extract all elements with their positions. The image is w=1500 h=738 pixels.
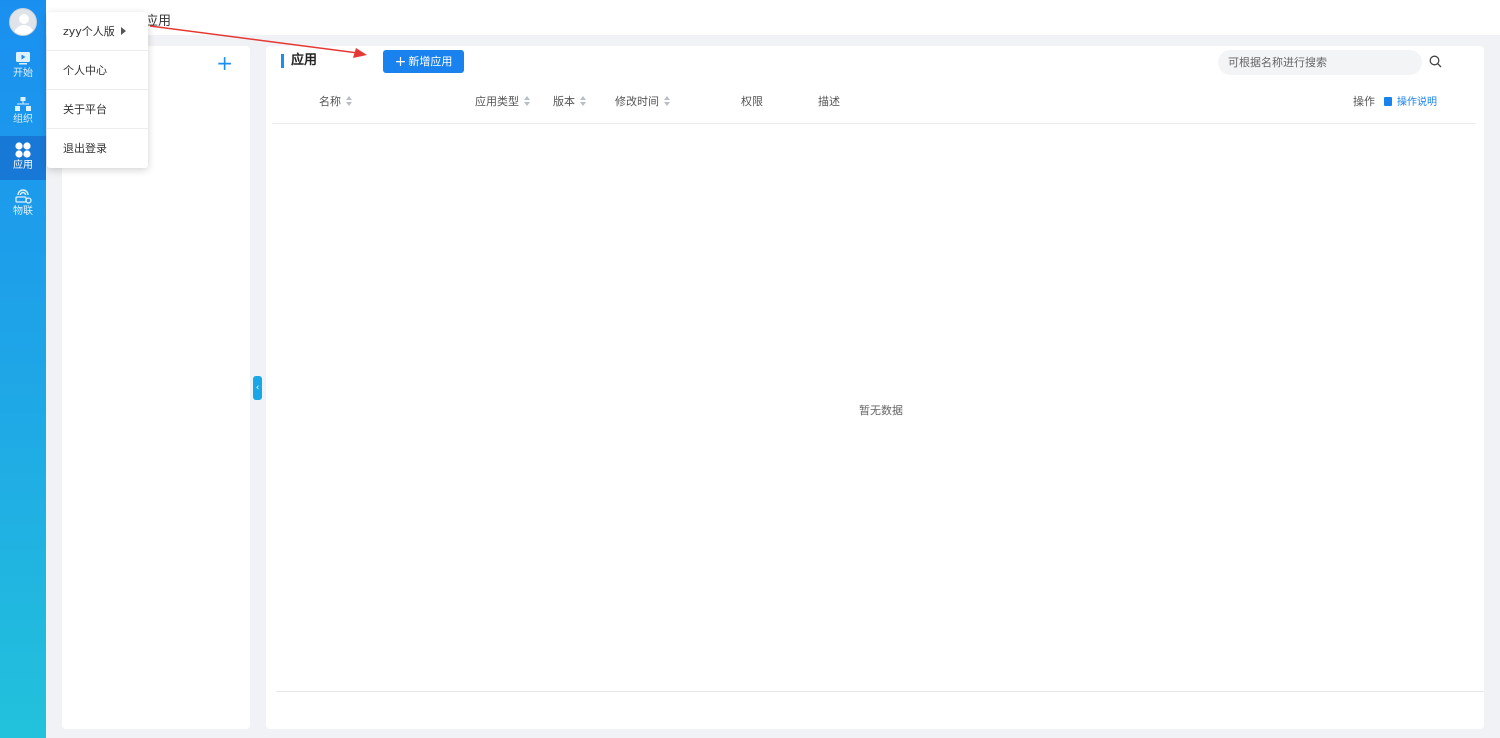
menu-item-about[interactable]: 关于平台 <box>47 90 148 129</box>
nav-item-org[interactable]: 组织 <box>0 90 46 134</box>
search-icon[interactable] <box>1429 55 1442 68</box>
menu-item-edition[interactable]: zyy个人版 <box>47 12 148 51</box>
video-icon <box>16 52 30 65</box>
menu-item-label: 个人中心 <box>63 64 107 77</box>
avatar-body-shape <box>14 25 34 35</box>
plus-icon: + <box>394 54 407 70</box>
nav-item-label: 组织 <box>13 114 33 125</box>
help-link-label: 操作说明 <box>1397 97 1437 108</box>
sort-icon[interactable] <box>524 96 531 106</box>
org-chart-icon <box>15 97 31 111</box>
nav-item-apps[interactable]: 应用 <box>0 136 46 180</box>
table-bottom-divider <box>276 691 1484 692</box>
menu-item-logout[interactable]: 退出登录 <box>47 129 148 168</box>
side-navigation: 开始 组织 应用 物联 <box>0 0 46 738</box>
avatar-head-shape <box>19 14 29 24</box>
collapse-panel-button[interactable]: ‹ <box>253 376 262 400</box>
column-label: 修改时间 <box>615 95 659 108</box>
column-label: 名称 <box>319 95 341 108</box>
nav-item-iot[interactable]: 物联 <box>0 182 46 226</box>
user-dropdown-menu: zyy个人版 个人中心 关于平台 退出登录 <box>47 12 148 168</box>
table-header: 名称 应用类型 版本 修改时间 权限 描述 操作 操作说明 <box>272 86 1476 124</box>
iot-icon <box>15 189 32 204</box>
document-icon <box>1384 97 1392 106</box>
column-header-permission: 权限 <box>741 95 763 108</box>
empty-state-text: 暂无数据 <box>859 404 903 417</box>
menu-item-profile[interactable]: 个人中心 <box>47 51 148 90</box>
column-label: 版本 <box>553 95 575 108</box>
nav-item-label: 物联 <box>13 206 33 217</box>
search-input[interactable] <box>1218 50 1422 75</box>
annotation-arrow <box>150 25 367 58</box>
add-app-button[interactable]: + 新增应用 <box>383 50 464 73</box>
menu-item-label: zyy个人版 <box>63 25 115 38</box>
column-header-description: 描述 <box>818 95 840 108</box>
column-header-modified-time[interactable]: 修改时间 <box>615 93 671 109</box>
sort-icon[interactable] <box>346 96 353 106</box>
user-avatar[interactable] <box>9 8 37 36</box>
column-header-app-type[interactable]: 应用类型 <box>475 93 531 109</box>
nav-item-label: 应用 <box>13 160 33 171</box>
column-header-version[interactable]: 版本 <box>553 93 587 109</box>
menu-item-label: 退出登录 <box>63 142 107 155</box>
sort-icon[interactable] <box>664 96 671 106</box>
operation-help-link[interactable]: 操作说明 <box>1384 93 1437 108</box>
menu-item-label: 关于平台 <box>63 103 107 116</box>
column-header-name[interactable]: 名称 <box>319 93 353 109</box>
caret-right-icon <box>121 27 126 35</box>
nav-item-start[interactable]: 开始 <box>0 44 46 88</box>
column-label: 应用类型 <box>475 95 519 108</box>
column-header-actions: 操作 <box>1353 95 1375 108</box>
apps-icon <box>15 142 31 158</box>
add-app-label: 新增应用 <box>408 55 453 68</box>
sort-icon[interactable] <box>580 96 587 106</box>
apps-main-panel: 应用 +新增应用 名称 应用类型 版本 修改时间 权限 描述 操作 操作说明 暂… <box>266 46 1484 729</box>
nav-item-label: 开始 <box>13 68 33 79</box>
